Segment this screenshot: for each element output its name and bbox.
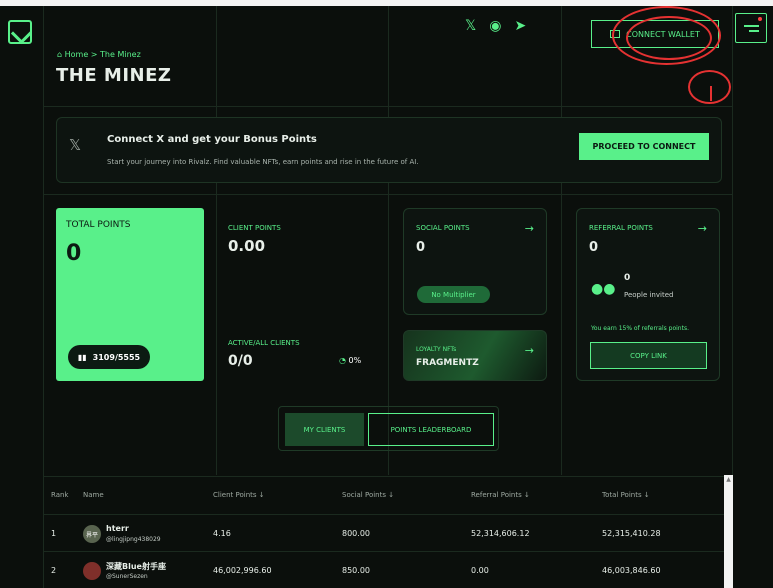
divider bbox=[388, 6, 389, 475]
breadcrumb-home[interactable]: Home bbox=[65, 50, 89, 59]
column-total-points[interactable]: Total Points ↓ bbox=[602, 491, 650, 499]
red-annotation-stroke bbox=[710, 86, 712, 101]
arrow-right-icon[interactable]: → bbox=[525, 344, 534, 357]
discord-icon[interactable]: ◉ bbox=[489, 18, 501, 34]
breadcrumb: ⌂ Home > The Minez bbox=[57, 50, 141, 59]
x-icon: 𝕏 bbox=[69, 136, 82, 154]
client-points-label: CLIENT POINTS bbox=[228, 224, 281, 232]
table-header: Rank Name Client Points ↓ Social Points … bbox=[43, 476, 724, 514]
multiplier-badge: No Multiplier bbox=[417, 286, 490, 303]
row-referral-points: 0.00 bbox=[471, 566, 489, 575]
referral-note: You earn 15% of referrals points. bbox=[591, 325, 689, 332]
client-percent: ◔ 0% bbox=[339, 356, 361, 365]
social-points-label: SOCIAL POINTS bbox=[416, 224, 470, 232]
rank-value: 3109/5555 bbox=[92, 352, 141, 362]
social-points-value: 0 bbox=[416, 240, 426, 255]
avatar bbox=[83, 562, 101, 580]
social-points-card[interactable]: SOCIAL POINTS → 0 No Multiplier bbox=[403, 208, 547, 315]
column-referral-points[interactable]: Referral Points ↓ bbox=[471, 491, 530, 499]
total-points-card: TOTAL POINTS 0 ▮▮ 3109/5555 bbox=[56, 208, 204, 381]
breadcrumb-separator: > bbox=[90, 50, 98, 59]
row-rank: 2 bbox=[51, 566, 57, 575]
scroll-up-icon[interactable]: ▲ bbox=[725, 476, 732, 484]
people-icon: ●● bbox=[591, 281, 616, 297]
row-handle: @SunerSezen bbox=[106, 573, 148, 580]
notification-dot bbox=[758, 17, 762, 21]
banner-title: Connect X and get your Bonus Points bbox=[107, 134, 317, 145]
loyalty-nfts-card[interactable]: LOYALTY NFTs FRAGMENTZ → bbox=[403, 330, 547, 381]
bar-chart-icon: ▮▮ bbox=[77, 352, 87, 362]
divider bbox=[43, 194, 733, 195]
tab-points-leaderboard[interactable]: POINTS LEADERBOARD bbox=[368, 413, 494, 446]
home-icon[interactable]: ⌂ bbox=[57, 50, 62, 59]
scrollbar[interactable]: ▲ bbox=[724, 475, 733, 588]
row-total-points: 46,003,846.60 bbox=[602, 566, 661, 575]
row-total-points: 52,315,410.28 bbox=[602, 529, 661, 538]
menu-button[interactable] bbox=[735, 13, 767, 43]
total-points-label: TOTAL POINTS bbox=[66, 220, 131, 230]
row-client-points: 4.16 bbox=[213, 529, 231, 538]
column-rank[interactable]: Rank bbox=[51, 491, 69, 499]
total-points-value: 0 bbox=[66, 241, 82, 266]
active-clients-value: 0/0 bbox=[228, 353, 253, 369]
divider bbox=[43, 106, 733, 107]
row-name: hterr bbox=[106, 524, 129, 533]
column-name[interactable]: Name bbox=[83, 491, 104, 499]
row-social-points: 850.00 bbox=[342, 566, 370, 575]
row-client-points: 46,002,996.60 bbox=[213, 566, 272, 575]
avatar: 界平 bbox=[83, 525, 101, 543]
menu-icon-bar bbox=[749, 30, 759, 32]
referral-points-label: REFERRAL POINTS bbox=[589, 224, 653, 232]
loyalty-value: FRAGMENTZ bbox=[416, 358, 479, 368]
row-social-points: 800.00 bbox=[342, 529, 370, 538]
table-row[interactable]: 2 深藏Blue射手座 @SunerSezen 46,002,996.60 85… bbox=[43, 551, 724, 587]
invited-count: 0 bbox=[624, 273, 631, 283]
loyalty-label: LOYALTY NFTs bbox=[416, 346, 457, 353]
row-referral-points: 52,314,606.12 bbox=[471, 529, 530, 538]
tab-group: MY CLIENTS POINTS LEADERBOARD bbox=[278, 406, 499, 451]
social-links: 𝕏 ◉ ➤ bbox=[465, 18, 526, 34]
row-rank: 1 bbox=[51, 529, 57, 538]
logo-icon[interactable] bbox=[8, 20, 32, 44]
rank-pill: ▮▮ 3109/5555 bbox=[68, 345, 150, 369]
page-title: THE MINEZ bbox=[56, 65, 172, 86]
copy-link-button[interactable]: COPY LINK bbox=[590, 342, 707, 369]
tab-my-clients[interactable]: MY CLIENTS bbox=[285, 413, 364, 446]
banner-subtitle: Start your journey into Rivalz. Find val… bbox=[107, 158, 419, 166]
menu-icon-bar bbox=[744, 25, 759, 27]
red-annotation-circle bbox=[626, 16, 712, 60]
breadcrumb-current: The Minez bbox=[100, 50, 141, 59]
arrow-right-icon[interactable]: → bbox=[698, 222, 707, 235]
row-name: 深藏Blue射手座 bbox=[106, 562, 166, 571]
active-clients-label: ACTIVE/ALL CLIENTS bbox=[228, 339, 300, 347]
row-handle: @lingjipng438029 bbox=[106, 536, 161, 543]
referral-points-card: REFERRAL POINTS → 0 ●● 0 People invited … bbox=[576, 208, 720, 381]
client-points-value: 0.00 bbox=[228, 237, 266, 255]
divider bbox=[216, 6, 217, 475]
telegram-icon[interactable]: ➤ bbox=[515, 18, 527, 34]
client-percent-value: 0% bbox=[348, 356, 362, 365]
referral-points-value: 0 bbox=[589, 240, 599, 255]
divider bbox=[561, 6, 562, 475]
arrow-right-icon[interactable]: → bbox=[525, 222, 534, 235]
table-row[interactable]: 1 界平 hterr @lingjipng438029 4.16 800.00 … bbox=[43, 514, 724, 550]
clock-icon: ◔ bbox=[339, 356, 346, 365]
column-social-points[interactable]: Social Points ↓ bbox=[342, 491, 394, 499]
column-client-points[interactable]: Client Points ↓ bbox=[213, 491, 265, 499]
proceed-to-connect-button[interactable]: PROCEED TO CONNECT bbox=[579, 133, 709, 160]
invited-label: People invited bbox=[624, 291, 674, 299]
x-icon[interactable]: 𝕏 bbox=[465, 18, 476, 34]
